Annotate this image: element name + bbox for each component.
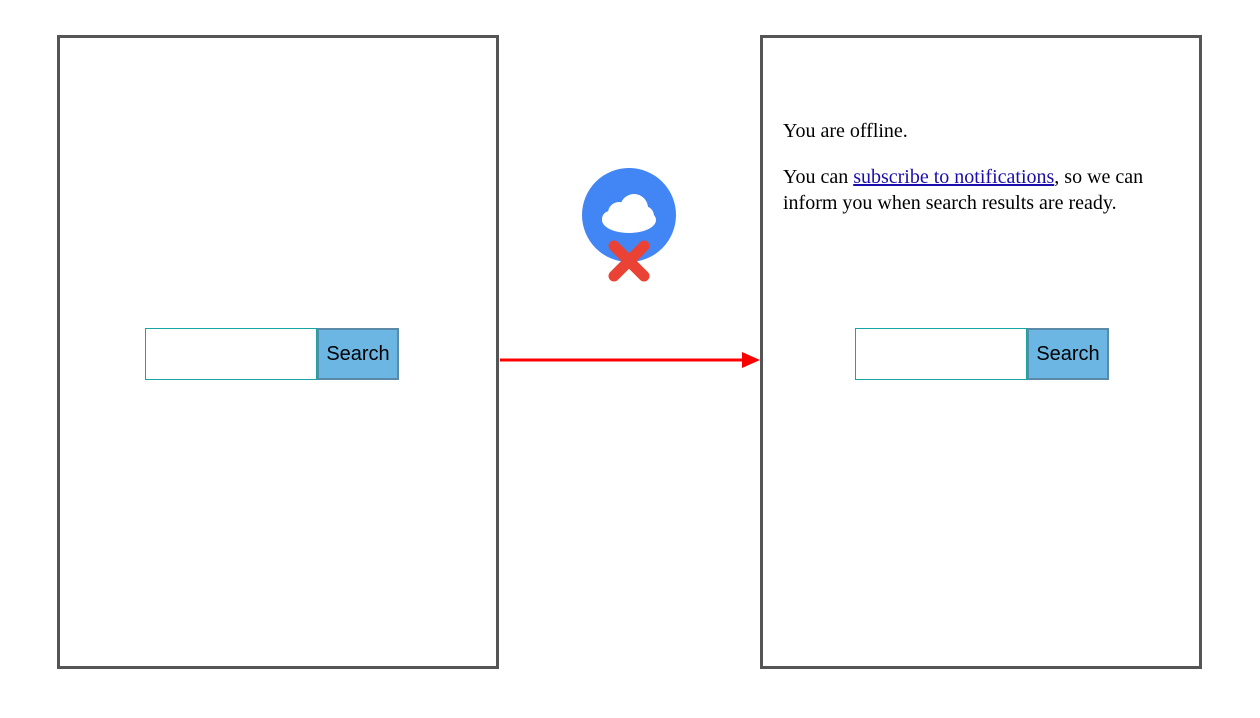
- offline-message: You are offline. You can subscribe to no…: [783, 118, 1179, 236]
- search-button[interactable]: Search: [317, 328, 399, 380]
- offline-line2-prefix: You can: [783, 166, 853, 188]
- offline-line2: You can subscribe to notifications, so w…: [783, 164, 1179, 216]
- offline-line1: You are offline.: [783, 118, 1179, 144]
- subscribe-link[interactable]: subscribe to notifications: [853, 166, 1054, 188]
- arrow-right-icon: [500, 350, 760, 375]
- before-panel: Search: [57, 35, 499, 669]
- search-input[interactable]: [855, 328, 1027, 380]
- search-group: Search: [855, 328, 1109, 380]
- search-group: Search: [145, 328, 399, 380]
- search-input[interactable]: [145, 328, 317, 380]
- search-button[interactable]: Search: [1027, 328, 1109, 380]
- after-panel: You are offline. You can subscribe to no…: [760, 35, 1202, 669]
- cloud-offline-icon: [582, 168, 682, 288]
